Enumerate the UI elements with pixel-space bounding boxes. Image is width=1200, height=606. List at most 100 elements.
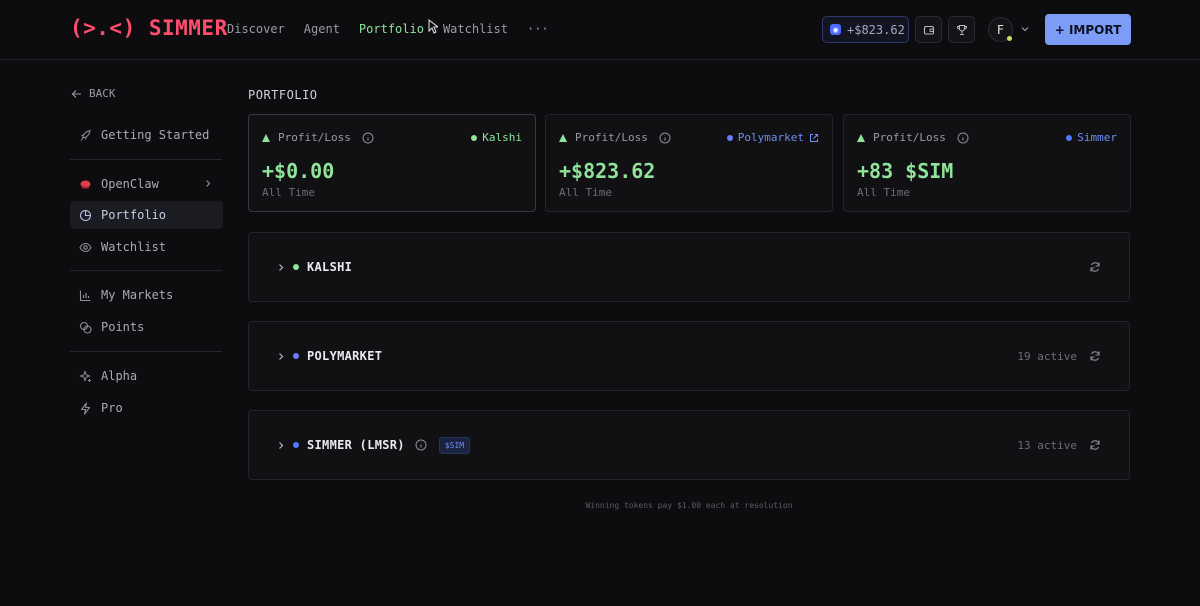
currency-badge: $SIM: [438, 436, 471, 454]
eye-icon: [79, 242, 92, 252]
sidebar-item-points[interactable]: Points: [70, 313, 223, 341]
openclaw-icon: [80, 180, 91, 188]
page-title: PORTFOLIO: [248, 88, 318, 102]
pl-period: All Time: [262, 186, 315, 199]
nav-discover[interactable]: Discover: [227, 22, 285, 36]
sidebar-item-label: Getting Started: [101, 128, 210, 142]
triangle-up-icon: [857, 133, 865, 142]
import-button[interactable]: + IMPORT: [1045, 14, 1131, 45]
sidebar-item-openclaw[interactable]: OpenClaw: [70, 170, 223, 198]
pl-card-kalshi: Profit/Loss Kalshi +$0.00 All Time: [248, 114, 536, 212]
venue-dot: [471, 134, 478, 141]
online-status-dot: [1007, 36, 1012, 41]
footnote: Winning tokens pay $1.00 each at resolut…: [585, 501, 793, 510]
sidebar-item-pro[interactable]: Pro: [70, 394, 223, 422]
coins-icon: [79, 321, 92, 334]
pl-period: All Time: [559, 186, 612, 199]
account-menu-chevron-icon[interactable]: [1020, 24, 1030, 34]
external-link-icon[interactable]: [809, 133, 819, 143]
refresh-icon[interactable]: [1089, 261, 1101, 273]
pl-label: Profit/Loss: [575, 131, 648, 144]
active-count: 19 active: [1017, 349, 1077, 363]
back-label: BACK: [89, 87, 116, 100]
wallet-icon: [923, 25, 934, 35]
venue-label: Polymarket: [737, 131, 804, 144]
logo[interactable]: (>.<) SIMMER: [70, 16, 228, 40]
account-section-simmer[interactable]: SIMMER (LMSR) $SIM 13 active: [248, 410, 1130, 480]
chevron-right-icon: [204, 179, 212, 188]
pl-value: +$823.62: [559, 159, 656, 183]
main-nav: Discover Agent Portfolio Watchlist ···: [227, 22, 549, 36]
pl-label: Profit/Loss: [278, 131, 351, 144]
status-dot: [293, 353, 299, 359]
pl-value: +83 $SIM: [857, 159, 954, 183]
pl-card-polymarket: Profit/Loss Polymarket +$823.62 All Time: [545, 114, 833, 212]
pie-chart-icon: [79, 209, 92, 221]
sidebar-item-portfolio[interactable]: Portfolio: [70, 201, 223, 229]
leaderboard-button[interactable]: [948, 16, 975, 43]
pl-period: All Time: [857, 186, 910, 199]
sidebar-item-label: Points: [101, 320, 145, 334]
account-section-polymarket[interactable]: POLYMARKET 19 active: [248, 321, 1130, 391]
sidebar-item-alpha[interactable]: Alpha: [70, 362, 223, 390]
nav-portfolio[interactable]: Portfolio: [359, 22, 424, 36]
account-name: POLYMARKET: [307, 349, 383, 363]
trophy-icon: [956, 24, 967, 35]
sidebar-item-getting-started[interactable]: Getting Started: [70, 121, 223, 149]
venue-dot: [1066, 134, 1073, 141]
pl-card-simmer: Profit/Loss Simmer +83 $SIM All Time: [843, 114, 1131, 212]
pl-label: Profit/Loss: [873, 131, 946, 144]
sidebar-item-my-markets[interactable]: My Markets: [70, 281, 223, 309]
wallet-badge-icon: ◉: [830, 24, 841, 35]
venue-tag: Simmer: [1066, 131, 1117, 144]
triangle-up-icon: [559, 133, 567, 142]
venue-label: Simmer: [1077, 131, 1117, 144]
sidebar-divider: [70, 270, 222, 271]
chevron-right-icon[interactable]: [277, 352, 285, 361]
sidebar-item-label: Pro: [101, 401, 123, 415]
info-icon[interactable]: [957, 132, 969, 144]
sidebar-item-label: Alpha: [101, 369, 138, 383]
arrow-left-icon: [71, 89, 81, 98]
balance-value: +$823.62: [847, 22, 905, 37]
chevron-right-icon[interactable]: [277, 263, 285, 272]
account-section-kalshi[interactable]: KALSHI: [248, 232, 1130, 302]
sidebar-item-label: Portfolio: [101, 208, 167, 222]
nav-watchlist[interactable]: Watchlist: [443, 22, 508, 36]
wallet-button[interactable]: [915, 16, 942, 43]
status-dot: [293, 264, 299, 270]
sidebar-item-label: OpenClaw: [101, 177, 159, 191]
venue-tag[interactable]: Polymarket: [726, 131, 819, 144]
avatar[interactable]: F: [988, 17, 1013, 42]
account-name: KALSHI: [307, 260, 353, 274]
sparkles-icon: [79, 369, 91, 382]
info-icon[interactable]: [362, 132, 374, 144]
info-icon[interactable]: [415, 439, 427, 451]
back-button[interactable]: BACK: [71, 87, 116, 100]
avatar-initial: F: [997, 22, 1004, 37]
triangle-up-icon: [262, 133, 270, 142]
active-count: 13 active: [1017, 438, 1077, 452]
top-bar: (>.<) SIMMER Discover Agent Portfolio Wa…: [0, 0, 1200, 60]
sidebar-item-label: My Markets: [101, 288, 174, 302]
sidebar-divider: [70, 351, 222, 352]
refresh-icon[interactable]: [1089, 350, 1101, 362]
account-name: SIMMER (LMSR): [307, 438, 405, 452]
lightning-icon: [80, 401, 91, 415]
venue-dot: [726, 134, 733, 141]
nav-more-button[interactable]: ···: [527, 22, 549, 36]
rocket-icon: [80, 129, 91, 141]
chevron-right-icon[interactable]: [277, 441, 285, 450]
pl-card-header: Profit/Loss: [262, 131, 374, 144]
pl-card-header: Profit/Loss: [559, 131, 671, 144]
nav-agent[interactable]: Agent: [304, 22, 340, 36]
venue-tag: Kalshi: [471, 131, 522, 144]
pl-value: +$0.00: [262, 159, 335, 183]
sidebar-item-watchlist[interactable]: Watchlist: [70, 233, 223, 261]
mouse-cursor-icon: [428, 19, 438, 34]
sidebar-item-label: Watchlist: [101, 240, 167, 254]
info-icon[interactable]: [659, 132, 671, 144]
refresh-icon[interactable]: [1089, 439, 1101, 451]
pl-card-header: Profit/Loss: [857, 131, 969, 144]
balance-button[interactable]: ◉ +$823.62: [822, 16, 909, 43]
